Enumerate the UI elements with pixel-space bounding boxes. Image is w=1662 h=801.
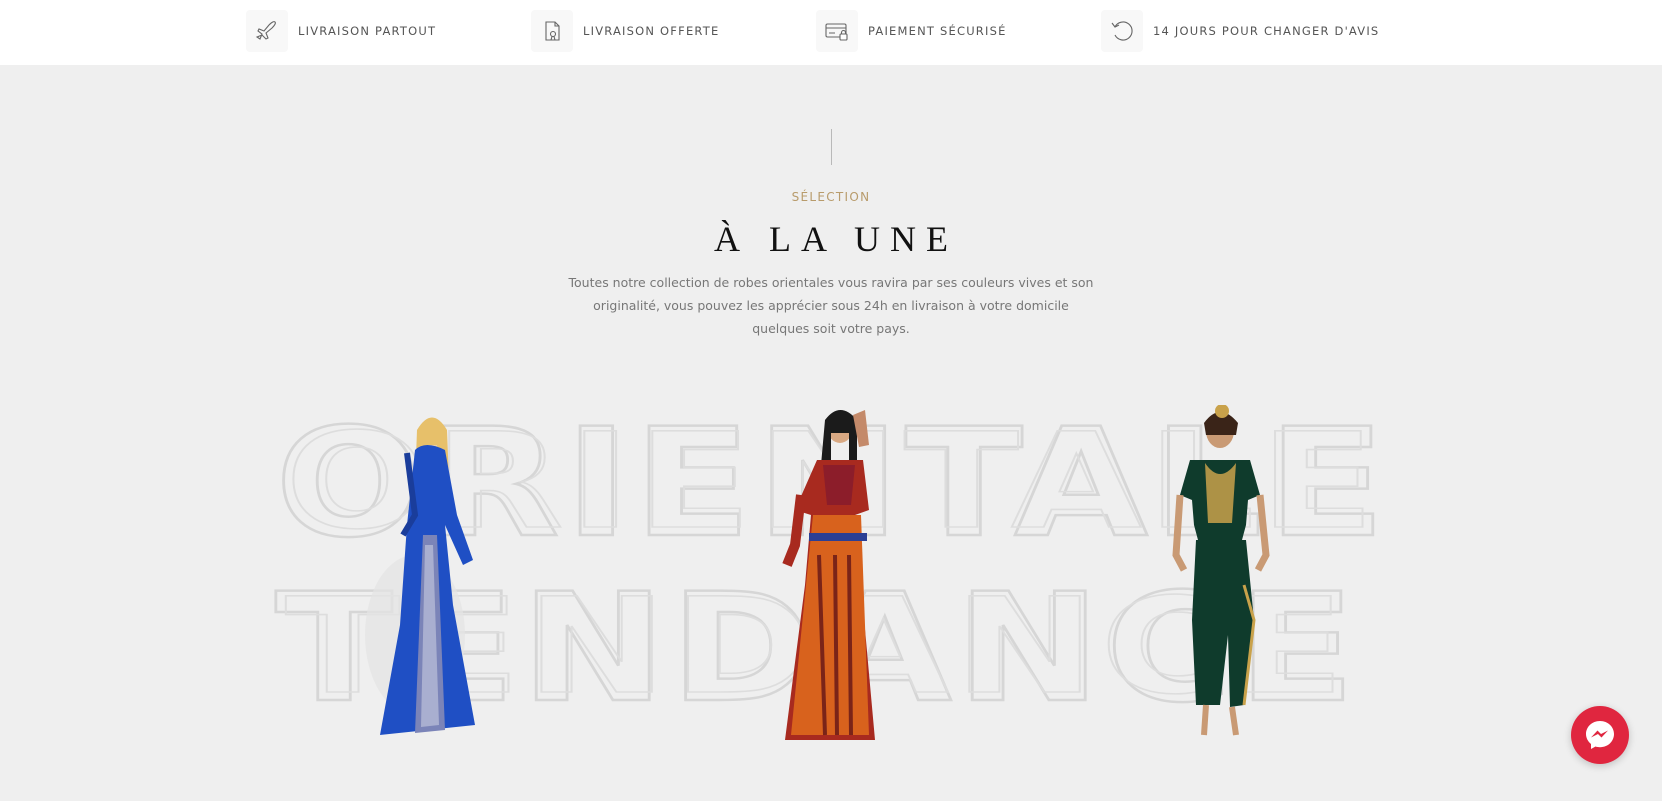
kabyle-dress-product[interactable] — [765, 405, 905, 750]
feature-label: PAIEMENT SÉCURISÉ — [868, 24, 1007, 38]
green-velvet-dress-product[interactable] — [1150, 404, 1290, 745]
feature-label: LIVRAISON OFFERTE — [583, 24, 720, 38]
model-image — [365, 417, 475, 735]
secure-card-icon — [816, 10, 858, 52]
feature-label: 14 JOURS POUR CHANGER D'AVIS — [1153, 24, 1380, 38]
section-divider — [831, 129, 832, 165]
section-title: À LA UNE — [714, 219, 958, 259]
section-eyebrow: SÉLECTION — [791, 190, 871, 204]
feature-label: LIVRAISON PARTOUT — [298, 24, 437, 38]
gift-certificate-icon — [531, 10, 573, 52]
feature-return-policy: 14 JOURS POUR CHANGER D'AVIS — [1101, 10, 1379, 52]
section-intro: Toutes notre collection de robes orienta… — [568, 275, 1094, 336]
feature-shipping: LIVRAISON PARTOUT — [246, 10, 436, 52]
blue-caftan-product[interactable] — [345, 405, 515, 755]
feature-bar: LIVRAISON PARTOUT LIVRAISON OFFERTE PAIE… — [0, 0, 1662, 65]
messenger-chat-button[interactable] — [1571, 706, 1629, 764]
model-image — [782, 410, 875, 740]
feature-free-delivery: LIVRAISON OFFERTE — [531, 10, 719, 52]
messenger-icon — [1586, 721, 1614, 749]
model-image — [1172, 404, 1270, 736]
feature-secure-payment: PAIEMENT SÉCURISÉ — [816, 10, 1007, 52]
return-arrow-icon — [1101, 10, 1143, 52]
airplane-icon — [246, 10, 288, 52]
